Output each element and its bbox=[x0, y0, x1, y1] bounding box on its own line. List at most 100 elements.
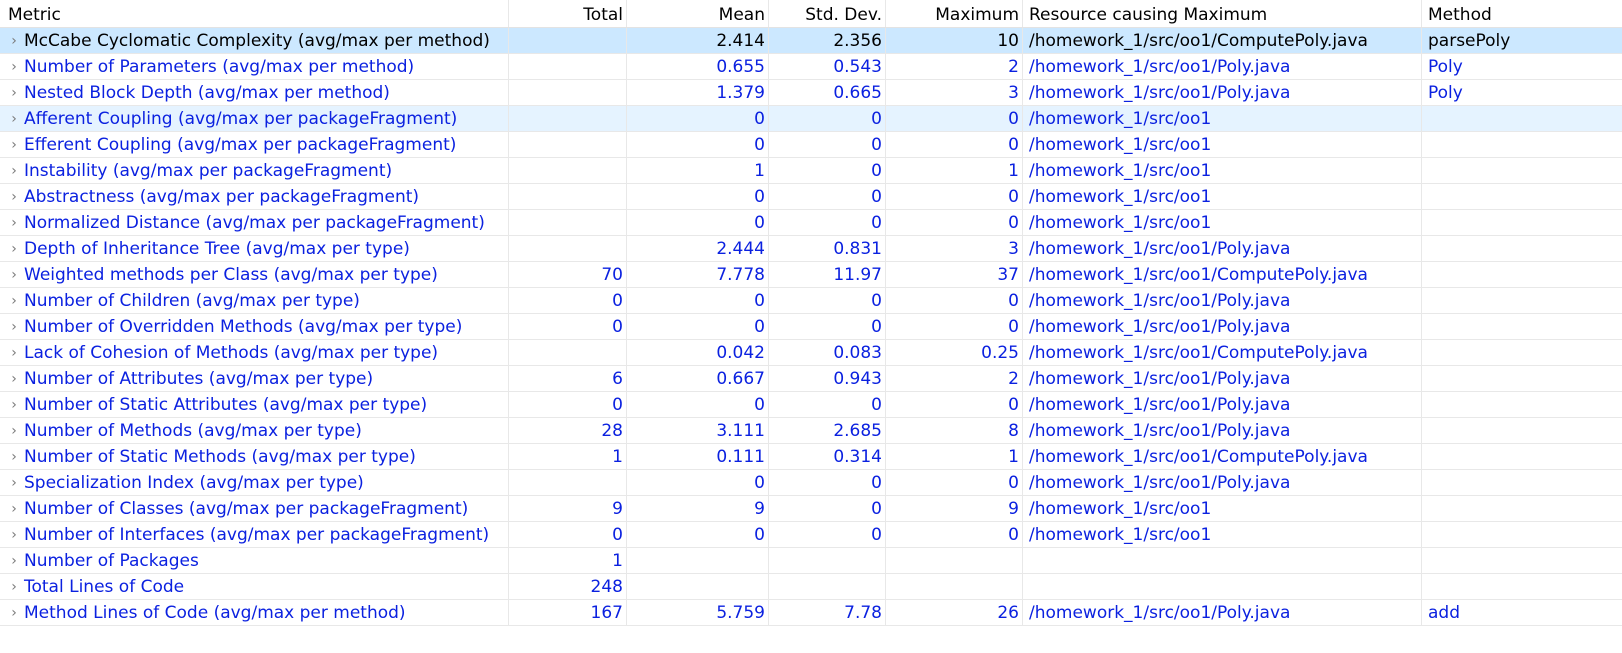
chevron-right-icon[interactable]: › bbox=[6, 392, 22, 417]
method-cell bbox=[1422, 288, 1622, 313]
table-row[interactable]: › Specialization Index (avg/max per type)… bbox=[0, 470, 1622, 496]
maximum-cell: 0 bbox=[886, 314, 1023, 339]
resource-cell bbox=[1023, 574, 1422, 599]
metric-label: Number of Static Attributes (avg/max per… bbox=[24, 394, 428, 415]
table-row[interactable]: › Afferent Coupling (avg/max per packageF… bbox=[0, 106, 1622, 132]
table-row[interactable]: › Nested Block Depth (avg/max per method)… bbox=[0, 80, 1622, 106]
mean-cell: 7.778 bbox=[627, 262, 769, 287]
chevron-right-icon[interactable]: › bbox=[6, 288, 22, 313]
chevron-right-icon[interactable]: › bbox=[6, 496, 22, 521]
column-header-mean[interactable]: Mean bbox=[627, 0, 769, 27]
mean-cell: 0 bbox=[627, 132, 769, 157]
maximum-cell: 0 bbox=[886, 184, 1023, 209]
chevron-right-icon[interactable]: › bbox=[6, 106, 22, 131]
table-row[interactable]: › Normalized Distance (avg/max per packag… bbox=[0, 210, 1622, 236]
resource-cell: /homework_1/src/oo1 bbox=[1023, 106, 1422, 131]
table-row[interactable]: › Number of Methods (avg/max per type) 28 3… bbox=[0, 418, 1622, 444]
total-cell: 0 bbox=[509, 314, 627, 339]
column-header-resource[interactable]: Resource causing Maximum bbox=[1023, 0, 1422, 27]
resource-cell: /homework_1/src/oo1/ComputePoly.java bbox=[1023, 444, 1422, 469]
method-cell bbox=[1422, 444, 1622, 469]
chevron-right-icon[interactable]: › bbox=[6, 80, 22, 105]
chevron-right-icon[interactable]: › bbox=[6, 600, 22, 625]
total-cell bbox=[509, 158, 627, 183]
table-row[interactable]: › Number of Overridden Methods (avg/max p… bbox=[0, 314, 1622, 340]
table-row[interactable]: › Number of Interfaces (avg/max per packa… bbox=[0, 522, 1622, 548]
chevron-right-icon[interactable]: › bbox=[6, 132, 22, 157]
maximum-cell: 0.25 bbox=[886, 340, 1023, 365]
method-cell bbox=[1422, 184, 1622, 209]
std-dev-cell: 0.943 bbox=[769, 366, 886, 391]
metric-label: Instability (avg/max per packageFragment… bbox=[24, 160, 393, 181]
chevron-right-icon[interactable]: › bbox=[6, 158, 22, 183]
table-row[interactable]: › Number of Attributes (avg/max per type)… bbox=[0, 366, 1622, 392]
total-cell: 1 bbox=[509, 444, 627, 469]
table-row[interactable]: › Number of Packages 1 bbox=[0, 548, 1622, 574]
std-dev-cell: 11.97 bbox=[769, 262, 886, 287]
std-dev-cell: 0 bbox=[769, 184, 886, 209]
chevron-right-icon[interactable]: › bbox=[6, 54, 22, 79]
column-header-total[interactable]: Total bbox=[509, 0, 627, 27]
chevron-right-icon[interactable]: › bbox=[6, 236, 22, 261]
chevron-right-icon[interactable]: › bbox=[6, 548, 22, 573]
column-header-metric[interactable]: Metric bbox=[0, 0, 509, 27]
metrics-table: Metric Total Mean Std. Dev. Maximum Reso… bbox=[0, 0, 1622, 626]
chevron-right-icon[interactable]: › bbox=[6, 210, 22, 235]
column-header-maximum[interactable]: Maximum bbox=[886, 0, 1023, 27]
total-cell: 70 bbox=[509, 262, 627, 287]
std-dev-cell: 0 bbox=[769, 392, 886, 417]
table-row[interactable]: › Number of Static Attributes (avg/max pe… bbox=[0, 392, 1622, 418]
maximum-cell: 0 bbox=[886, 522, 1023, 547]
metric-cell: › Weighted methods per Class (avg/max per… bbox=[0, 262, 509, 287]
chevron-right-icon[interactable]: › bbox=[6, 262, 22, 287]
resource-cell: /homework_1/src/oo1/Poly.java bbox=[1023, 418, 1422, 443]
std-dev-cell: 0 bbox=[769, 106, 886, 131]
metric-cell: › Total Lines of Code bbox=[0, 574, 509, 599]
std-dev-cell: 0.665 bbox=[769, 80, 886, 105]
maximum-cell bbox=[886, 574, 1023, 599]
table-row[interactable]: › Instability (avg/max per packageFragmen… bbox=[0, 158, 1622, 184]
chevron-right-icon[interactable]: › bbox=[6, 184, 22, 209]
method-cell bbox=[1422, 548, 1622, 573]
metric-label: McCabe Cyclomatic Complexity (avg/max pe… bbox=[24, 30, 490, 51]
chevron-right-icon[interactable]: › bbox=[6, 574, 22, 599]
std-dev-cell bbox=[769, 548, 886, 573]
table-row[interactable]: › Lack of Cohesion of Methods (avg/max pe… bbox=[0, 340, 1622, 366]
method-cell bbox=[1422, 574, 1622, 599]
method-cell bbox=[1422, 392, 1622, 417]
chevron-right-icon[interactable]: › bbox=[6, 366, 22, 391]
table-row[interactable]: › Method Lines of Code (avg/max per metho… bbox=[0, 600, 1622, 626]
metric-label: Afferent Coupling (avg/max per packageFr… bbox=[24, 108, 458, 129]
maximum-cell: 9 bbox=[886, 496, 1023, 521]
chevron-right-icon[interactable]: › bbox=[6, 522, 22, 547]
column-header-std-dev[interactable]: Std. Dev. bbox=[769, 0, 886, 27]
chevron-right-icon[interactable]: › bbox=[6, 28, 22, 53]
metric-cell: › Specialization Index (avg/max per type) bbox=[0, 470, 509, 495]
table-row[interactable]: › Efferent Coupling (avg/max per packageF… bbox=[0, 132, 1622, 158]
method-cell bbox=[1422, 522, 1622, 547]
table-row[interactable]: › McCabe Cyclomatic Complexity (avg/max p… bbox=[0, 28, 1622, 54]
chevron-right-icon[interactable]: › bbox=[6, 444, 22, 469]
metric-label: Number of Interfaces (avg/max per packag… bbox=[24, 524, 490, 545]
table-row[interactable]: › Depth of Inheritance Tree (avg/max per … bbox=[0, 236, 1622, 262]
metric-label: Abstractness (avg/max per packageFragmen… bbox=[24, 186, 420, 207]
mean-cell: 0.111 bbox=[627, 444, 769, 469]
table-row[interactable]: › Number of Parameters (avg/max per metho… bbox=[0, 54, 1622, 80]
table-row[interactable]: › Number of Classes (avg/max per packageF… bbox=[0, 496, 1622, 522]
chevron-right-icon[interactable]: › bbox=[6, 470, 22, 495]
table-row[interactable]: › Number of Children (avg/max per type) 0 0… bbox=[0, 288, 1622, 314]
table-row[interactable]: › Number of Static Methods (avg/max per t… bbox=[0, 444, 1622, 470]
table-row[interactable]: › Weighted methods per Class (avg/max per… bbox=[0, 262, 1622, 288]
maximum-cell: 37 bbox=[886, 262, 1023, 287]
method-cell bbox=[1422, 236, 1622, 261]
maximum-cell: 0 bbox=[886, 106, 1023, 131]
column-header-method[interactable]: Method bbox=[1422, 0, 1622, 27]
table-row[interactable]: › Total Lines of Code 248 bbox=[0, 574, 1622, 600]
chevron-right-icon[interactable]: › bbox=[6, 340, 22, 365]
maximum-cell: 0 bbox=[886, 288, 1023, 313]
table-row[interactable]: › Abstractness (avg/max per packageFragme… bbox=[0, 184, 1622, 210]
chevron-right-icon[interactable]: › bbox=[6, 314, 22, 339]
maximum-cell: 2 bbox=[886, 366, 1023, 391]
resource-cell: /homework_1/src/oo1/ComputePoly.java bbox=[1023, 262, 1422, 287]
chevron-right-icon[interactable]: › bbox=[6, 418, 22, 443]
